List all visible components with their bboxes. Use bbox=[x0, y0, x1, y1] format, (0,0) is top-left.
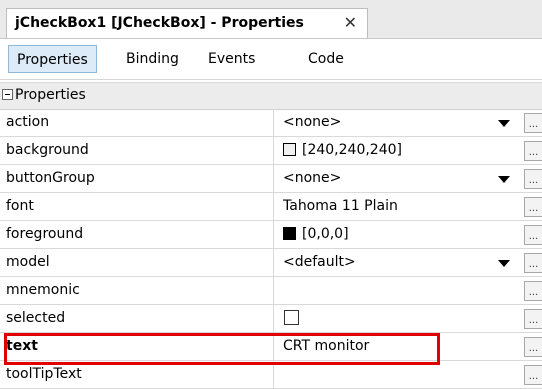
property-value: [240,240,240] bbox=[302, 142, 402, 158]
property-value[interactable]: <none> bbox=[275, 165, 518, 192]
dropdown-arrow-icon[interactable] bbox=[498, 260, 510, 267]
tab-binding[interactable]: Binding bbox=[118, 45, 187, 73]
property-name: background bbox=[0, 137, 274, 164]
property-name: font bbox=[0, 193, 274, 220]
ellipsis-button[interactable]: ... bbox=[524, 141, 542, 161]
property-value[interactable]: CRT monitor bbox=[275, 333, 518, 360]
ellipsis-button[interactable]: ... bbox=[524, 113, 542, 133]
property-row-action[interactable]: action <none> ... bbox=[0, 109, 542, 137]
property-value-cell[interactable] bbox=[275, 305, 518, 332]
property-row-selected[interactable]: selected ... bbox=[0, 305, 542, 333]
property-name: toolTipText bbox=[0, 361, 274, 388]
ellipsis-button[interactable]: ... bbox=[524, 281, 542, 301]
property-name: buttonGroup bbox=[0, 165, 274, 192]
ellipsis-button[interactable]: ... bbox=[524, 169, 542, 189]
tab-code[interactable]: Code bbox=[300, 45, 352, 73]
property-name: action bbox=[0, 109, 274, 136]
properties-window-tab[interactable]: jCheckBox1 [JCheckBox] - Properties ✕ bbox=[6, 8, 368, 38]
property-row-mnemonic[interactable]: mnemonic ... bbox=[0, 277, 542, 305]
property-row-text[interactable]: text CRT monitor ... bbox=[0, 333, 542, 361]
close-icon[interactable]: ✕ bbox=[344, 13, 357, 32]
property-value[interactable]: <default> bbox=[275, 249, 518, 276]
property-value[interactable]: Tahoma 11 Plain bbox=[275, 193, 518, 220]
ellipsis-button[interactable]: ... bbox=[524, 365, 542, 385]
section-label: Properties bbox=[15, 87, 86, 103]
property-row-tooltiptext[interactable]: toolTipText ... bbox=[0, 361, 542, 389]
ellipsis-button[interactable]: ... bbox=[524, 225, 542, 245]
property-name: text bbox=[0, 333, 274, 360]
color-swatch-icon bbox=[283, 227, 296, 240]
property-row-background[interactable]: background [240,240,240] ... bbox=[0, 137, 542, 165]
property-value[interactable] bbox=[275, 361, 518, 388]
property-row-font[interactable]: font Tahoma 11 Plain ... bbox=[0, 193, 542, 221]
property-value-cell[interactable]: [240,240,240] bbox=[275, 137, 518, 164]
tab-properties[interactable]: Properties bbox=[8, 45, 97, 73]
property-row-buttongroup[interactable]: buttonGroup <none> ... bbox=[0, 165, 542, 193]
dropdown-arrow-icon[interactable] bbox=[498, 176, 510, 183]
ellipsis-button[interactable]: ... bbox=[524, 253, 542, 273]
property-value[interactable]: <none> bbox=[275, 109, 518, 136]
property-name: selected bbox=[0, 305, 274, 332]
property-name: model bbox=[0, 249, 274, 276]
color-swatch-icon bbox=[283, 143, 296, 156]
property-row-foreground[interactable]: foreground [0,0,0] ... bbox=[0, 221, 542, 249]
property-value[interactable] bbox=[275, 277, 518, 304]
selected-checkbox[interactable] bbox=[284, 310, 299, 325]
property-value: [0,0,0] bbox=[302, 226, 349, 242]
collapse-icon[interactable] bbox=[2, 89, 13, 100]
tab-title: jCheckBox1 [JCheckBox] - Properties bbox=[15, 15, 304, 31]
ellipsis-button[interactable]: ... bbox=[524, 309, 542, 329]
title-bar: jCheckBox1 [JCheckBox] - Properties ✕ bbox=[0, 0, 542, 39]
ellipsis-button[interactable]: ... bbox=[524, 197, 542, 217]
ellipsis-button[interactable]: ... bbox=[524, 337, 542, 357]
properties-section-header[interactable]: Properties bbox=[0, 82, 542, 110]
tab-events[interactable]: Events bbox=[200, 45, 263, 73]
property-name: foreground bbox=[0, 221, 274, 248]
property-row-model[interactable]: model <default> ... bbox=[0, 249, 542, 277]
dropdown-arrow-icon[interactable] bbox=[498, 120, 510, 127]
property-name: mnemonic bbox=[0, 277, 274, 304]
property-value-cell[interactable]: [0,0,0] bbox=[275, 221, 518, 248]
subtab-bar: Properties Binding Events Code bbox=[0, 39, 542, 80]
